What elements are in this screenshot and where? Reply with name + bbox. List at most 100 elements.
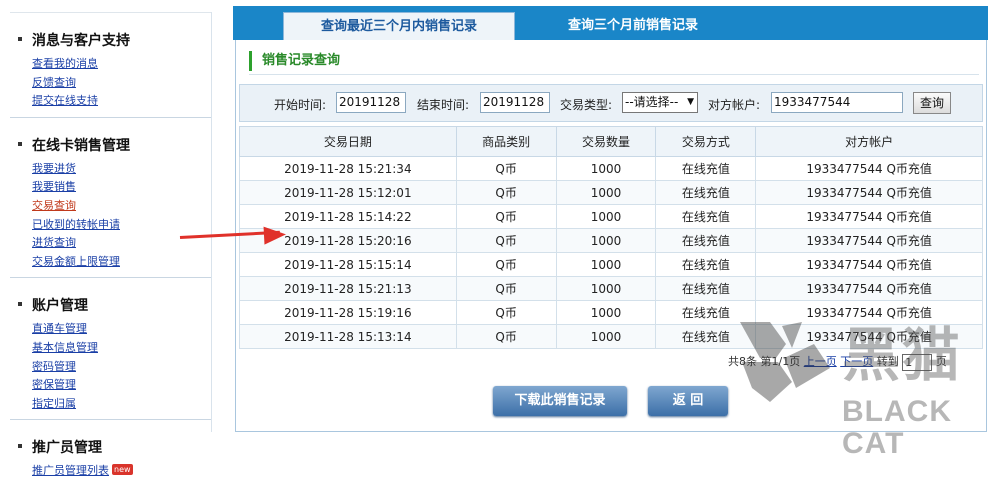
cell-account: 1933477544 Q币充值	[755, 252, 983, 277]
cell-category: Q币	[455, 156, 557, 181]
sidebar-link-my-messages[interactable]: 查看我的消息	[32, 55, 211, 74]
table-row: 2019-11-28 15:14:22 Q币 1000 在线充值 1933477…	[239, 204, 983, 229]
cell-category: Q币	[455, 180, 557, 205]
cell-category: Q币	[455, 252, 557, 277]
start-time-input[interactable]: 20191128	[336, 92, 406, 113]
counterparty-account-label: 对方帐户:	[708, 98, 761, 112]
sidebar-link-password[interactable]: 密码管理	[32, 358, 211, 377]
cell-method: 在线充值	[655, 228, 757, 253]
tab-recent-three-months[interactable]: 查询最近三个月内销售记录	[283, 12, 515, 40]
pagination: 共8条 第1/1页 上一页 下一页 转到 1 页	[728, 353, 947, 371]
back-button[interactable]: 返 回	[648, 386, 728, 416]
cell-quantity: 1000	[555, 156, 657, 181]
sidebar-link-transaction-query[interactable]: 交易查询	[32, 197, 211, 216]
sidebar-link-basic-info[interactable]: 基本信息管理	[32, 339, 211, 358]
sidebar-nav: 消息与客户支持 查看我的消息 反馈查询 提交在线支持 在线卡销售管理 我要进货 …	[10, 12, 212, 477]
cell-quantity: 1000	[555, 324, 657, 349]
sidebar-link-amount-limit[interactable]: 交易金额上限管理	[32, 253, 211, 272]
panel-title: 销售记录查询	[249, 51, 340, 71]
divider	[249, 74, 979, 75]
cell-quantity: 1000	[555, 204, 657, 229]
transaction-type-select[interactable]: --请选择-- ▼	[622, 92, 698, 113]
sidebar-link-transfer-requests[interactable]: 已收到的转帐申请	[32, 216, 211, 235]
cell-date: 2019-11-28 15:15:14	[239, 252, 457, 277]
sidebar-link-security[interactable]: 密保管理	[32, 376, 211, 395]
query-button[interactable]: 查询	[913, 92, 951, 114]
cell-category: Q币	[455, 300, 557, 325]
cell-category: Q币	[455, 204, 557, 229]
end-time-label: 结束时间:	[417, 98, 470, 112]
cell-category: Q币	[455, 276, 557, 301]
cell-method: 在线充值	[655, 204, 757, 229]
transaction-type-value: --请选择--	[625, 95, 679, 109]
cell-method: 在线充值	[655, 156, 757, 181]
sidebar-link-online-support[interactable]: 提交在线支持	[32, 92, 211, 111]
cell-date: 2019-11-28 15:21:13	[239, 276, 457, 301]
cell-account: 1933477544 Q币充值	[755, 204, 983, 229]
cell-quantity: 1000	[555, 228, 657, 253]
sidebar-section-title: 消息与客户支持	[32, 33, 130, 49]
sales-record-panel: 销售记录查询 开始时间: 20191128 结束时间: 20191128 交易类…	[235, 40, 987, 432]
goto-label: 转到	[876, 355, 899, 368]
annotation-arrow-head-icon	[263, 225, 287, 245]
download-records-button[interactable]: 下载此销售记录	[493, 386, 627, 416]
tab-before-three-months[interactable]: 查询三个月前销售记录	[533, 12, 733, 40]
sidebar-link-purchase[interactable]: 我要进货	[32, 160, 211, 179]
cell-category: Q币	[455, 324, 557, 349]
table-row: 2019-11-28 15:20:16 Q币 1000 在线充值 1933477…	[239, 228, 983, 253]
new-badge: new	[112, 464, 133, 476]
sidebar-section-title: 在线卡销售管理	[32, 137, 130, 154]
column-header-account: 对方帐户	[755, 126, 983, 157]
table-row: 2019-11-28 15:13:14 Q币 1000 在线充值 1933477…	[239, 324, 983, 349]
dropdown-arrow-icon: ▼	[687, 97, 694, 107]
tab-bar: 查询最近三个月内销售记录 查询三个月前销售记录	[233, 6, 988, 40]
cell-category: Q币	[455, 228, 557, 253]
prev-page-link[interactable]: 上一页	[804, 355, 837, 368]
cell-method: 在线充值	[655, 252, 757, 277]
cell-quantity: 1000	[555, 276, 657, 301]
column-header-method: 交易方式	[655, 126, 757, 157]
bullet-icon	[18, 141, 22, 146]
bullet-icon	[18, 444, 22, 449]
cell-date: 2019-11-28 15:13:14	[239, 324, 457, 349]
cell-date: 2019-11-28 15:19:16	[239, 300, 457, 325]
sidebar-link-assign-owner[interactable]: 指定归属	[32, 395, 211, 414]
table-row: 2019-11-28 15:15:14 Q币 1000 在线充值 1933477…	[239, 252, 983, 277]
goto-page-select[interactable]: 1	[902, 353, 933, 371]
sidebar-link-sell[interactable]: 我要销售	[32, 178, 211, 197]
cell-account: 1933477544 Q币充值	[755, 300, 983, 325]
cell-account: 1933477544 Q币充值	[755, 180, 983, 205]
sidebar-link-promoter-list[interactable]: 推广员管理列表 new	[32, 462, 211, 481]
column-header-date: 交易日期	[239, 126, 457, 157]
sidebar-section-title: 推广员管理	[32, 440, 102, 457]
cell-method: 在线充值	[655, 276, 757, 301]
main-content: 查询最近三个月内销售记录 查询三个月前销售记录 销售记录查询 开始时间: 201…	[233, 6, 988, 432]
cell-quantity: 1000	[555, 252, 657, 277]
column-header-quantity: 交易数量	[555, 126, 657, 157]
search-form: 开始时间: 20191128 结束时间: 20191128 交易类型: --请选…	[239, 84, 983, 122]
pagination-page-info: 第1/1页	[760, 355, 801, 368]
cell-account: 1933477544 Q币充值	[755, 156, 983, 181]
pagination-total: 共8条	[728, 355, 757, 368]
bullet-icon	[18, 37, 22, 41]
column-header-category: 商品类别	[455, 126, 557, 157]
cell-quantity: 1000	[555, 300, 657, 325]
goto-page-value: 1	[905, 355, 913, 369]
table-row: 2019-11-28 15:21:34 Q币 1000 在线充值 1933477…	[239, 156, 983, 181]
table-row: 2019-11-28 15:21:13 Q币 1000 在线充值 1933477…	[239, 276, 983, 301]
cell-date: 2019-11-28 15:14:22	[239, 204, 457, 229]
end-time-input[interactable]: 20191128	[480, 92, 550, 113]
sidebar-link-label: 推广员管理列表	[32, 464, 109, 478]
sales-records-table: 交易日期 商品类别 交易数量 交易方式 对方帐户 2019-11-28 15:2…	[239, 126, 983, 349]
sidebar-section-support: 消息与客户支持 查看我的消息 反馈查询 提交在线支持	[10, 12, 211, 117]
sidebar-link-feedback-query[interactable]: 反馈查询	[32, 74, 211, 93]
cell-account: 1933477544 Q币充值	[755, 228, 983, 253]
next-page-link[interactable]: 下一页	[840, 355, 873, 368]
cell-date: 2019-11-28 15:12:01	[239, 180, 457, 205]
start-time-label: 开始时间:	[274, 98, 327, 112]
sidebar-section-title: 账户管理	[32, 298, 88, 315]
sidebar-section-promoter: 推广员管理 推广员管理列表 new	[10, 419, 211, 487]
counterparty-account-input[interactable]: 1933477544	[771, 92, 903, 113]
sidebar-link-express[interactable]: 直通车管理	[32, 320, 211, 339]
cell-method: 在线充值	[655, 300, 757, 325]
